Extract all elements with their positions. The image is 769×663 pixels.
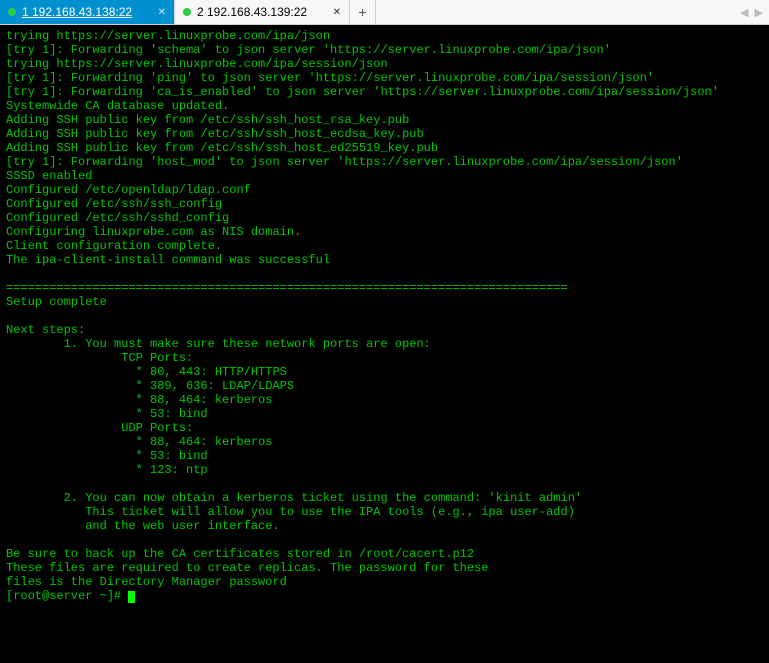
tab-nav: ◀ ▶: [734, 0, 769, 24]
terminal-prompt: [root@server ~]#: [6, 589, 128, 603]
terminal-text: trying https://server.linuxprobe.com/ipa…: [6, 29, 719, 589]
close-icon[interactable]: ✕: [333, 7, 341, 18]
tab-session-1[interactable]: 1 192.168.43.138:22 ✕: [0, 0, 175, 24]
status-dot-icon: [8, 8, 16, 16]
tab-label: 1 192.168.43.138:22: [22, 5, 152, 19]
tab-bar: 1 192.168.43.138:22 ✕ 2 192.168.43.139:2…: [0, 0, 769, 25]
status-dot-icon: [183, 8, 191, 16]
tab-session-2[interactable]: 2 192.168.43.139:22 ✕: [175, 0, 350, 24]
terminal-output[interactable]: trying https://server.linuxprobe.com/ipa…: [0, 25, 769, 663]
add-tab-button[interactable]: +: [350, 0, 376, 24]
nav-left-icon[interactable]: ◀: [740, 6, 748, 19]
nav-right-icon[interactable]: ▶: [755, 6, 763, 19]
cursor-icon: [128, 591, 135, 603]
close-icon[interactable]: ✕: [158, 7, 166, 18]
tab-label: 2 192.168.43.139:22: [197, 5, 327, 19]
